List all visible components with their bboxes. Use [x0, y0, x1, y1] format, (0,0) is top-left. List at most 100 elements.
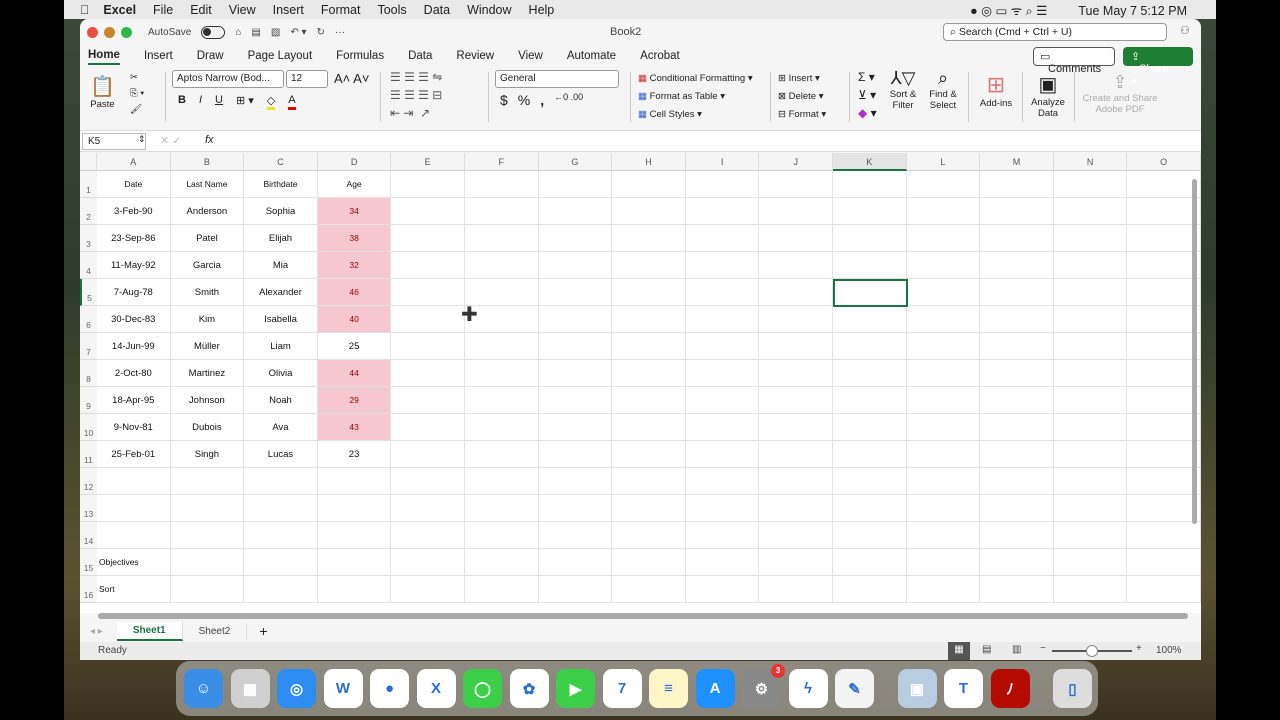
cell-O13[interactable]	[1127, 495, 1201, 522]
cell-A7[interactable]: 14-Jun-99	[97, 333, 171, 360]
vertical-scrollbar[interactable]	[1192, 179, 1197, 524]
row-header-13[interactable]: 13	[80, 495, 97, 522]
cell-B13[interactable]	[170, 495, 245, 522]
zoom-slider-knob[interactable]	[1086, 645, 1098, 657]
cell-I5[interactable]	[685, 279, 760, 306]
cell-F13[interactable]	[465, 495, 539, 522]
cell-O2[interactable]	[1127, 198, 1201, 225]
adobe-pdf-button[interactable]: ⇪ Create and Share Adobe PDF	[1080, 72, 1160, 115]
cell-G4[interactable]	[538, 252, 613, 279]
cell-C12[interactable]	[244, 468, 318, 495]
insert-cells-button[interactable]: ⊞ Insert ▾	[778, 70, 826, 88]
cell-J13[interactable]	[759, 495, 833, 522]
sheet-tab-sheet1[interactable]: Sheet1	[116, 621, 183, 641]
autosave-toggle[interactable]	[201, 26, 226, 39]
row-header-10[interactable]: 10	[80, 414, 97, 441]
cell-H3[interactable]	[612, 225, 686, 252]
cell-M4[interactable]	[980, 252, 1054, 279]
cell-H13[interactable]	[612, 495, 686, 522]
cell-A3[interactable]: 23-Sep-86	[97, 225, 171, 252]
cell-I8[interactable]	[685, 360, 760, 387]
cell-N11[interactable]	[1053, 441, 1128, 468]
cell-C2[interactable]: Sophia	[244, 198, 318, 225]
cell-F15[interactable]	[465, 549, 539, 576]
cell-K13[interactable]	[833, 495, 907, 522]
cell-O15[interactable]	[1127, 549, 1201, 576]
cell-E10[interactable]	[391, 414, 465, 441]
cell-H2[interactable]	[612, 198, 686, 225]
cell-J16[interactable]	[759, 576, 833, 603]
save-icon[interactable]: ▤	[251, 27, 260, 38]
cell-I1[interactable]	[685, 171, 760, 198]
cell-I3[interactable]	[685, 225, 760, 252]
cell-M7[interactable]	[980, 333, 1054, 360]
cell-F12[interactable]	[465, 468, 539, 495]
tab-data[interactable]: Data	[408, 50, 432, 64]
column-header-C[interactable]: C	[244, 153, 318, 171]
cell-D15[interactable]	[317, 549, 392, 576]
cell-J11[interactable]	[759, 441, 833, 468]
cell-E9[interactable]	[391, 387, 465, 414]
cell-M15[interactable]	[980, 549, 1054, 576]
cell-M5[interactable]	[980, 279, 1054, 306]
cell-A11[interactable]: 25-Feb-01	[97, 441, 171, 468]
cell-K15[interactable]	[833, 549, 907, 576]
cell-L12[interactable]	[906, 468, 981, 495]
cell-D11[interactable]: 23	[317, 441, 392, 468]
cell-G14[interactable]	[538, 522, 613, 549]
status-icons[interactable]: ● ◎ ▭ ᯤ ⌕ ☰	[970, 2, 1047, 19]
cell-B14[interactable]	[170, 522, 245, 549]
cell-A16[interactable]: Sort	[97, 576, 171, 603]
cell-D1[interactable]: Age	[317, 171, 392, 198]
dock-app-store-icon[interactable]: A	[695, 669, 735, 708]
cell-N4[interactable]	[1053, 252, 1128, 279]
cell-L7[interactable]	[906, 333, 981, 360]
cell-N6[interactable]	[1053, 306, 1128, 333]
redo-icon[interactable]: ↻	[317, 27, 325, 38]
undo-icon[interactable]: ↶ ▾	[290, 27, 306, 38]
fx-button[interactable]: fx	[205, 134, 214, 146]
cell-B4[interactable]: Garcia	[170, 252, 245, 279]
select-all-corner[interactable]	[80, 153, 97, 171]
cell-A10[interactable]: 9-Nov-81	[97, 414, 171, 441]
cell-J5[interactable]	[759, 279, 833, 306]
cell-A14[interactable]	[97, 522, 171, 549]
cell-I15[interactable]	[685, 549, 760, 576]
dock-photos-icon[interactable]: ✿	[509, 669, 549, 708]
cell-F11[interactable]	[465, 441, 539, 468]
cell-G15[interactable]	[538, 549, 613, 576]
cell-B3[interactable]: Patel	[170, 225, 245, 252]
cell-E5[interactable]	[391, 279, 465, 306]
cell-G5[interactable]	[538, 279, 613, 306]
cell-H7[interactable]	[612, 333, 686, 360]
cell-L15[interactable]	[906, 549, 981, 576]
cell-E3[interactable]	[391, 225, 465, 252]
cell-O6[interactable]	[1127, 306, 1201, 333]
borders-icon[interactable]: ⊞ ▾	[236, 94, 254, 110]
underline-button[interactable]: U	[215, 94, 223, 110]
tab-page-layout[interactable]: Page Layout	[248, 50, 313, 64]
cell-E8[interactable]	[391, 360, 465, 387]
menu-file[interactable]: File	[153, 3, 173, 17]
cell-J1[interactable]	[759, 171, 833, 198]
cell-M14[interactable]	[980, 522, 1054, 549]
cell-M2[interactable]	[980, 198, 1054, 225]
cell-L3[interactable]	[906, 225, 981, 252]
cell-M12[interactable]	[980, 468, 1054, 495]
cell-F10[interactable]	[465, 414, 539, 441]
cell-D10[interactable]: 43	[317, 414, 392, 441]
cell-F8[interactable]	[465, 360, 539, 387]
horizontal-scrollbar[interactable]	[98, 613, 1188, 619]
cell-I6[interactable]	[685, 306, 760, 333]
zoom-in-button[interactable]: +	[1136, 643, 1142, 654]
close-button[interactable]	[87, 27, 98, 38]
sort-filter-button[interactable]: ⅄▽ Sort & Filter	[885, 68, 921, 111]
cell-D3[interactable]: 38	[317, 225, 392, 252]
dock-preview-icon[interactable]: ▣	[897, 669, 937, 708]
cell-B1[interactable]: Last Name	[170, 171, 245, 198]
row-header-8[interactable]: 8	[80, 360, 97, 387]
minimize-button[interactable]	[104, 27, 115, 38]
cell-B10[interactable]: Dubois	[170, 414, 245, 441]
cell-J3[interactable]	[759, 225, 833, 252]
cell-I7[interactable]	[685, 333, 760, 360]
